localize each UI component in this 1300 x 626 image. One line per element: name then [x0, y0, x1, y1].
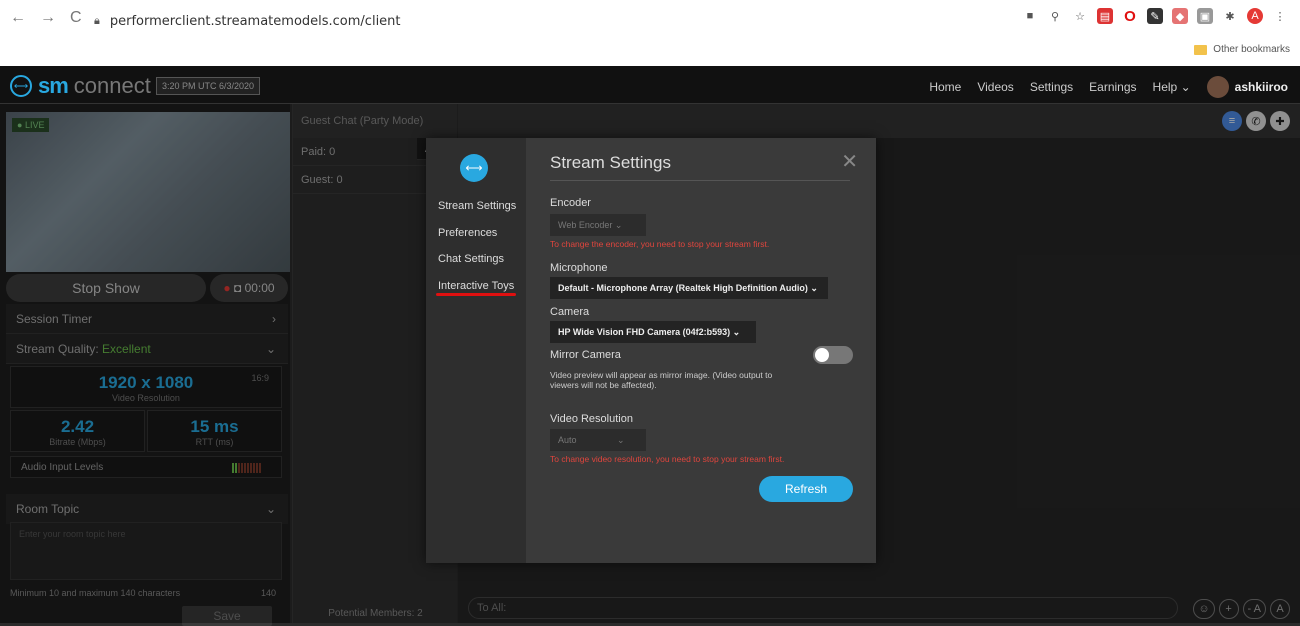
menu-icon[interactable]: ⋮ — [1272, 8, 1288, 24]
nav-home[interactable]: Home — [929, 80, 961, 94]
username[interactable]: ashkiiroo — [1235, 80, 1288, 94]
browser-nav: ← → C — [10, 9, 82, 27]
video-icon[interactable]: ■ — [1022, 8, 1038, 24]
encoder-value: Web Encoder — [558, 220, 613, 230]
reload-icon[interactable]: C — [70, 9, 82, 27]
mirror-camera-toggle[interactable] — [813, 346, 853, 364]
sidebar-item-preferences[interactable]: Preferences — [438, 227, 497, 239]
mirror-camera-label: Mirror Camera — [550, 349, 621, 361]
url-text: performerclient.streamatemodels.com/clie… — [109, 13, 401, 29]
encoder-label: Encoder — [550, 197, 591, 209]
sidebar-item-stream-settings[interactable]: Stream Settings — [438, 200, 516, 212]
opera-icon[interactable]: O — [1122, 8, 1138, 25]
camera-value: HP Wide Vision FHD Camera (04f2:b593) — [558, 327, 731, 337]
chevron-down-icon: ⌄ — [617, 435, 625, 445]
chevron-down-icon: ⌄ — [810, 283, 818, 293]
stream-settings-modal: ⟷ Stream Settings Preferences Chat Setti… — [426, 138, 876, 563]
camera-label: Camera — [550, 306, 590, 318]
nav-settings[interactable]: Settings — [1030, 80, 1073, 94]
star-icon[interactable]: ☆ — [1072, 8, 1088, 24]
modal-sidebar: ⟷ Stream Settings Preferences Chat Setti… — [426, 138, 526, 563]
puzzle-icon[interactable]: ✱ — [1222, 8, 1238, 24]
encoder-select[interactable]: Web Encoder ⌄ — [550, 214, 646, 236]
mirror-camera-desc: Video preview will appear as mirror imag… — [550, 370, 773, 390]
microphone-select[interactable]: Default - Microphone Array (Realtek High… — [550, 277, 828, 299]
extensions-bar: ■ ⚲ ☆ ▤ O ✎ ◆ ▣ ✱ A ⋮ — [1022, 8, 1288, 25]
folder-icon — [1194, 44, 1208, 55]
microphone-value: Default - Microphone Array (Realtek High… — [558, 283, 808, 293]
logo[interactable]: ⟷ sm connect — [10, 73, 151, 99]
resolution-value: Auto — [558, 435, 577, 445]
camera-select[interactable]: HP Wide Vision FHD Camera (04f2:b593) ⌄ — [550, 321, 756, 343]
resolution-warning: To change video resolution, you need to … — [550, 454, 785, 464]
video-resolution-select[interactable]: Auto ⌄ — [550, 429, 646, 451]
logo-connect: connect — [73, 73, 151, 98]
nav-help-label: Help — [1152, 80, 1178, 94]
modal-title: Stream Settings — [550, 153, 671, 172]
chevron-down-icon: ⌄ — [614, 220, 623, 230]
address-bar[interactable]: 🔒︎ performerclient.streamatemodels.com/c… — [94, 7, 944, 35]
encoder-warning: To change the encoder, you need to stop … — [550, 239, 770, 249]
avatar[interactable] — [1206, 76, 1229, 98]
nav-earnings[interactable]: Earnings — [1089, 80, 1136, 94]
close-icon[interactable]: ✕ — [841, 149, 858, 174]
sidebar-item-interactive-toys[interactable]: Interactive Toys — [438, 280, 514, 292]
streamate-icon: ⟷ — [460, 154, 488, 182]
forward-icon[interactable]: → — [40, 9, 56, 27]
logo-sm: sm — [38, 73, 69, 98]
nav-help[interactable]: Help ⌄ — [1153, 80, 1191, 94]
zoom-icon[interactable]: ⚲ — [1047, 8, 1063, 24]
browser-chrome: ← → C 🔒︎ performerclient.streamatemodels… — [0, 0, 1300, 66]
profile-icon[interactable]: A — [1247, 8, 1263, 24]
nav-videos[interactable]: Videos — [977, 80, 1013, 94]
video-resolution-label: Video Resolution — [550, 413, 633, 425]
back-icon[interactable]: ← — [10, 9, 26, 27]
app-header: ⟷ sm connect 3:20 PM UTC 6/3/2020 Home V… — [0, 66, 1300, 104]
logo-icon: ⟷ — [10, 75, 32, 97]
chevron-down-icon: ⌄ — [732, 327, 741, 337]
toggle-knob — [815, 348, 829, 362]
time-badge: 3:20 PM UTC 6/3/2020 — [156, 77, 261, 95]
extension-icon[interactable]: ◆ — [1172, 8, 1188, 24]
refresh-button[interactable]: Refresh — [759, 476, 853, 502]
lock-icon: 🔒︎ — [94, 14, 100, 27]
extension-icon[interactable]: ✎ — [1147, 8, 1163, 24]
sidebar-item-chat-settings[interactable]: Chat Settings — [438, 253, 504, 265]
bookmarks-label: Other bookmarks — [1213, 44, 1290, 55]
microphone-label: Microphone — [550, 262, 608, 274]
bookmarks-folder[interactable]: Other bookmarks — [1194, 44, 1290, 55]
divider — [550, 180, 850, 181]
red-underline-annotation — [436, 293, 516, 296]
extension-icon[interactable]: ▤ — [1097, 8, 1113, 24]
top-nav: Home Videos Settings Earnings Help ⌄ ash… — [929, 76, 1288, 98]
chevron-down-icon: ⌄ — [1180, 80, 1191, 94]
extension-icon[interactable]: ▣ — [1197, 8, 1213, 24]
